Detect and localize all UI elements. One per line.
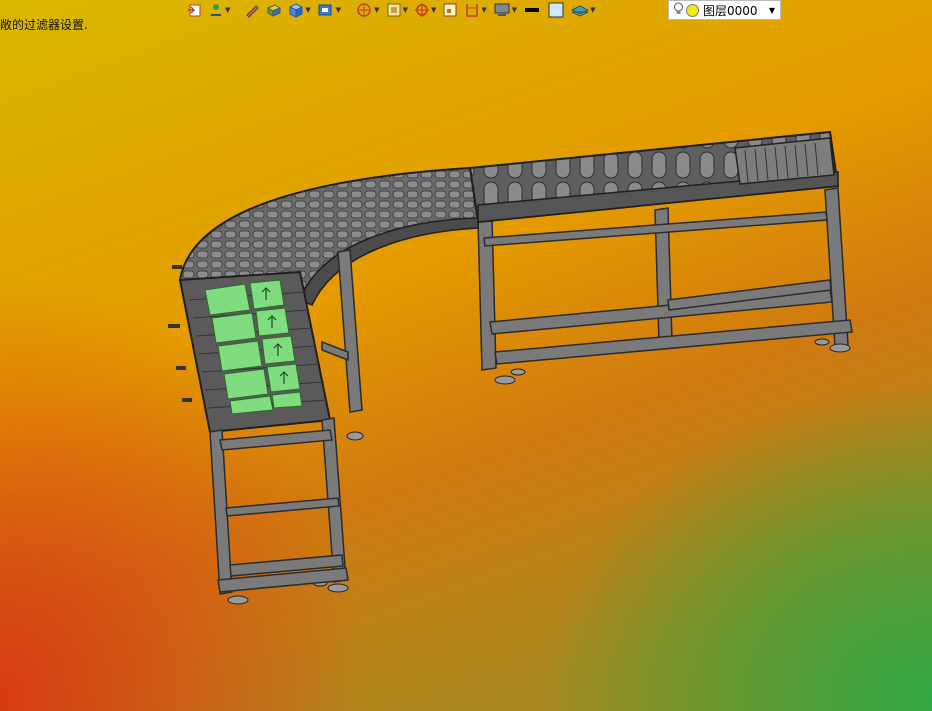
measure-icon[interactable]: ▼ [462,0,488,20]
display-style-icon[interactable]: ▼ [491,0,519,20]
layer-color-icon [686,3,699,17]
origin-target-icon[interactable]: ▼ [412,0,438,20]
reference-geometry-icon[interactable]: ▼ [315,0,343,20]
graphics-viewport[interactable] [0,0,932,711]
status-message: 敞的过滤器设置. [0,18,88,32]
lightbulb-icon[interactable] [673,2,684,19]
layer-select[interactable]: 图层0000 ▼ [668,0,781,20]
left-section-frame [209,417,349,595]
box-3d-icon[interactable]: ▼ [286,0,312,20]
line-thickness-icon[interactable] [521,0,543,20]
view-orientation-icon[interactable]: ▼ [384,0,410,20]
heads-up-toolbar: ▼ ▼ ▼ ▼ ▼ ▼ ▼ ▼ ▼ [184,0,598,20]
extrude-boss-icon[interactable] [264,0,284,20]
smart-dimension-icon[interactable]: ▼ [206,0,232,20]
section-view-icon[interactable]: ▼ [353,0,381,20]
layer-name: 图层0000 [703,3,758,18]
zoom-fit-icon[interactable] [440,0,460,20]
chevron-down-icon[interactable]: ▼ [769,6,775,15]
conveyor-model[interactable] [168,130,853,605]
layer-properties-icon[interactable]: ▼ [569,0,597,20]
color-swatch-icon[interactable] [545,0,567,20]
exit-sketch-icon[interactable] [184,0,204,20]
edit-pen-icon[interactable] [242,0,262,20]
